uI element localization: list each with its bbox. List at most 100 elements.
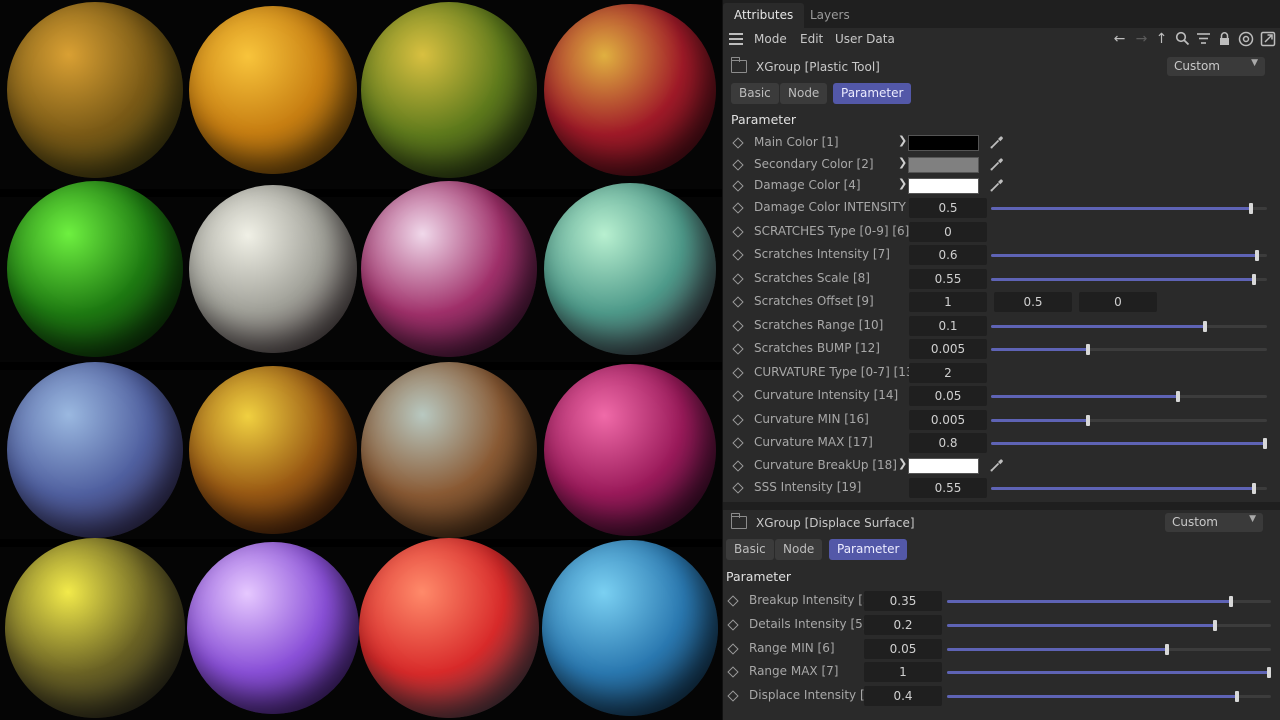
subtab-node[interactable]: Node: [775, 539, 823, 560]
preset-dropdown[interactable]: Custom ▼: [1165, 513, 1263, 532]
value-field-z[interactable]: 0: [1079, 292, 1157, 312]
keyframe-diamond-icon[interactable]: [727, 690, 739, 702]
sphere-violet-crystal[interactable]: [187, 542, 359, 714]
value-field[interactable]: 0.1: [909, 316, 987, 336]
eyedropper-icon[interactable]: [989, 177, 1005, 193]
keyframe-diamond-icon[interactable]: [732, 343, 744, 355]
value-slider-handle[interactable]: [1213, 620, 1217, 631]
chevron-right-icon[interactable]: ❯: [898, 134, 907, 147]
menu-user-data[interactable]: User Data: [835, 32, 895, 46]
subtab-parameter[interactable]: Parameter: [829, 539, 908, 560]
keyframe-diamond-icon[interactable]: [732, 159, 744, 171]
color-swatch[interactable]: [908, 157, 979, 173]
value-slider-handle[interactable]: [1229, 596, 1233, 607]
target-icon[interactable]: [1237, 31, 1254, 48]
value-field[interactable]: 0: [909, 222, 987, 242]
value-field[interactable]: 0.55: [909, 478, 987, 498]
keyframe-diamond-icon[interactable]: [732, 460, 744, 472]
chevron-right-icon[interactable]: ❯: [898, 457, 907, 470]
eyedropper-icon[interactable]: [989, 457, 1005, 473]
value-slider[interactable]: [991, 250, 1267, 261]
value-field[interactable]: 0.8: [909, 433, 987, 453]
keyframe-diamond-icon[interactable]: [732, 249, 744, 261]
value-field[interactable]: 0.6: [909, 245, 987, 265]
value-slider-handle[interactable]: [1249, 203, 1253, 214]
value-slider-handle[interactable]: [1255, 250, 1259, 261]
keyframe-diamond-icon[interactable]: [732, 414, 744, 426]
menu-mode[interactable]: Mode: [754, 32, 787, 46]
subtab-basic[interactable]: Basic: [731, 83, 779, 104]
new-window-icon[interactable]: [1259, 31, 1276, 48]
sphere-brown-slate[interactable]: [361, 362, 537, 538]
menu-edit[interactable]: Edit: [800, 32, 823, 46]
filter-icon[interactable]: [1195, 31, 1212, 48]
value-slider[interactable]: [991, 438, 1267, 449]
color-swatch[interactable]: [908, 135, 979, 151]
value-field[interactable]: 1: [864, 662, 942, 682]
sphere-coral-moss[interactable]: [359, 538, 539, 718]
chevron-right-icon[interactable]: ❯: [898, 177, 907, 190]
tab-attributes[interactable]: Attributes: [723, 3, 805, 28]
value-slider[interactable]: [947, 620, 1271, 631]
eyedropper-icon[interactable]: [989, 134, 1005, 150]
color-swatch[interactable]: [908, 178, 979, 194]
subtab-parameter[interactable]: Parameter: [833, 83, 912, 104]
sphere-yellow-fuzz[interactable]: [5, 538, 185, 718]
keyframe-diamond-icon[interactable]: [732, 320, 744, 332]
value-slider-handle[interactable]: [1267, 667, 1271, 678]
value-field[interactable]: 0.005: [909, 410, 987, 430]
value-field-x[interactable]: 1: [909, 292, 987, 312]
sphere-yellow-rust[interactable]: [189, 366, 357, 534]
sphere-teal-worms[interactable]: [544, 183, 716, 355]
value-field[interactable]: 0.55: [909, 269, 987, 289]
keyframe-diamond-icon[interactable]: [727, 643, 739, 655]
keyframe-diamond-icon[interactable]: [732, 390, 744, 402]
value-slider-handle[interactable]: [1235, 691, 1239, 702]
value-field[interactable]: 0.05: [864, 639, 942, 659]
hamburger-menu-icon[interactable]: [729, 33, 743, 45]
color-swatch[interactable]: [908, 458, 979, 474]
value-field[interactable]: 0.5: [909, 198, 987, 218]
sphere-toxic-green[interactable]: [7, 181, 183, 357]
sphere-golden-lumpy[interactable]: [189, 6, 357, 174]
value-slider[interactable]: [991, 321, 1267, 332]
preset-dropdown[interactable]: Custom ▼: [1167, 57, 1265, 76]
sphere-blue-crust[interactable]: [7, 362, 183, 538]
keyframe-diamond-icon[interactable]: [727, 619, 739, 631]
keyframe-diamond-icon[interactable]: [727, 595, 739, 607]
value-field[interactable]: 0.2: [864, 615, 942, 635]
value-slider[interactable]: [947, 596, 1271, 607]
value-slider-handle[interactable]: [1252, 274, 1256, 285]
value-slider-handle[interactable]: [1263, 438, 1267, 449]
value-slider-handle[interactable]: [1252, 483, 1256, 494]
sphere-blue-rock[interactable]: [542, 540, 718, 716]
keyframe-diamond-icon[interactable]: [732, 296, 744, 308]
tab-layers[interactable]: Layers: [799, 3, 861, 28]
keyframe-diamond-icon[interactable]: [732, 202, 744, 214]
up-arrow-icon[interactable]: ↑: [1153, 31, 1170, 48]
value-slider[interactable]: [991, 391, 1267, 402]
value-slider[interactable]: [947, 644, 1271, 655]
keyframe-diamond-icon[interactable]: [732, 180, 744, 192]
value-slider-handle[interactable]: [1203, 321, 1207, 332]
subtab-node[interactable]: Node: [780, 83, 828, 104]
value-slider[interactable]: [991, 203, 1267, 214]
value-slider-handle[interactable]: [1086, 415, 1090, 426]
sphere-pale-crumpled[interactable]: [189, 185, 357, 353]
chevron-right-icon[interactable]: ❯: [898, 156, 907, 169]
value-slider-handle[interactable]: [1165, 644, 1169, 655]
keyframe-diamond-icon[interactable]: [732, 367, 744, 379]
value-field-y[interactable]: 0.5: [994, 292, 1072, 312]
search-icon[interactable]: [1174, 31, 1191, 48]
value-field[interactable]: 0.4: [864, 686, 942, 706]
keyframe-diamond-icon[interactable]: [732, 482, 744, 494]
value-field[interactable]: 2: [909, 363, 987, 383]
value-slider[interactable]: [947, 691, 1271, 702]
keyframe-diamond-icon[interactable]: [727, 666, 739, 678]
lock-icon[interactable]: [1216, 31, 1233, 48]
forward-arrow-icon[interactable]: →: [1133, 31, 1150, 48]
value-slider-handle[interactable]: [1086, 344, 1090, 355]
value-field[interactable]: 0.05: [909, 386, 987, 406]
sphere-crimson-spikes[interactable]: [544, 4, 716, 176]
sphere-green-scales[interactable]: [361, 2, 537, 178]
